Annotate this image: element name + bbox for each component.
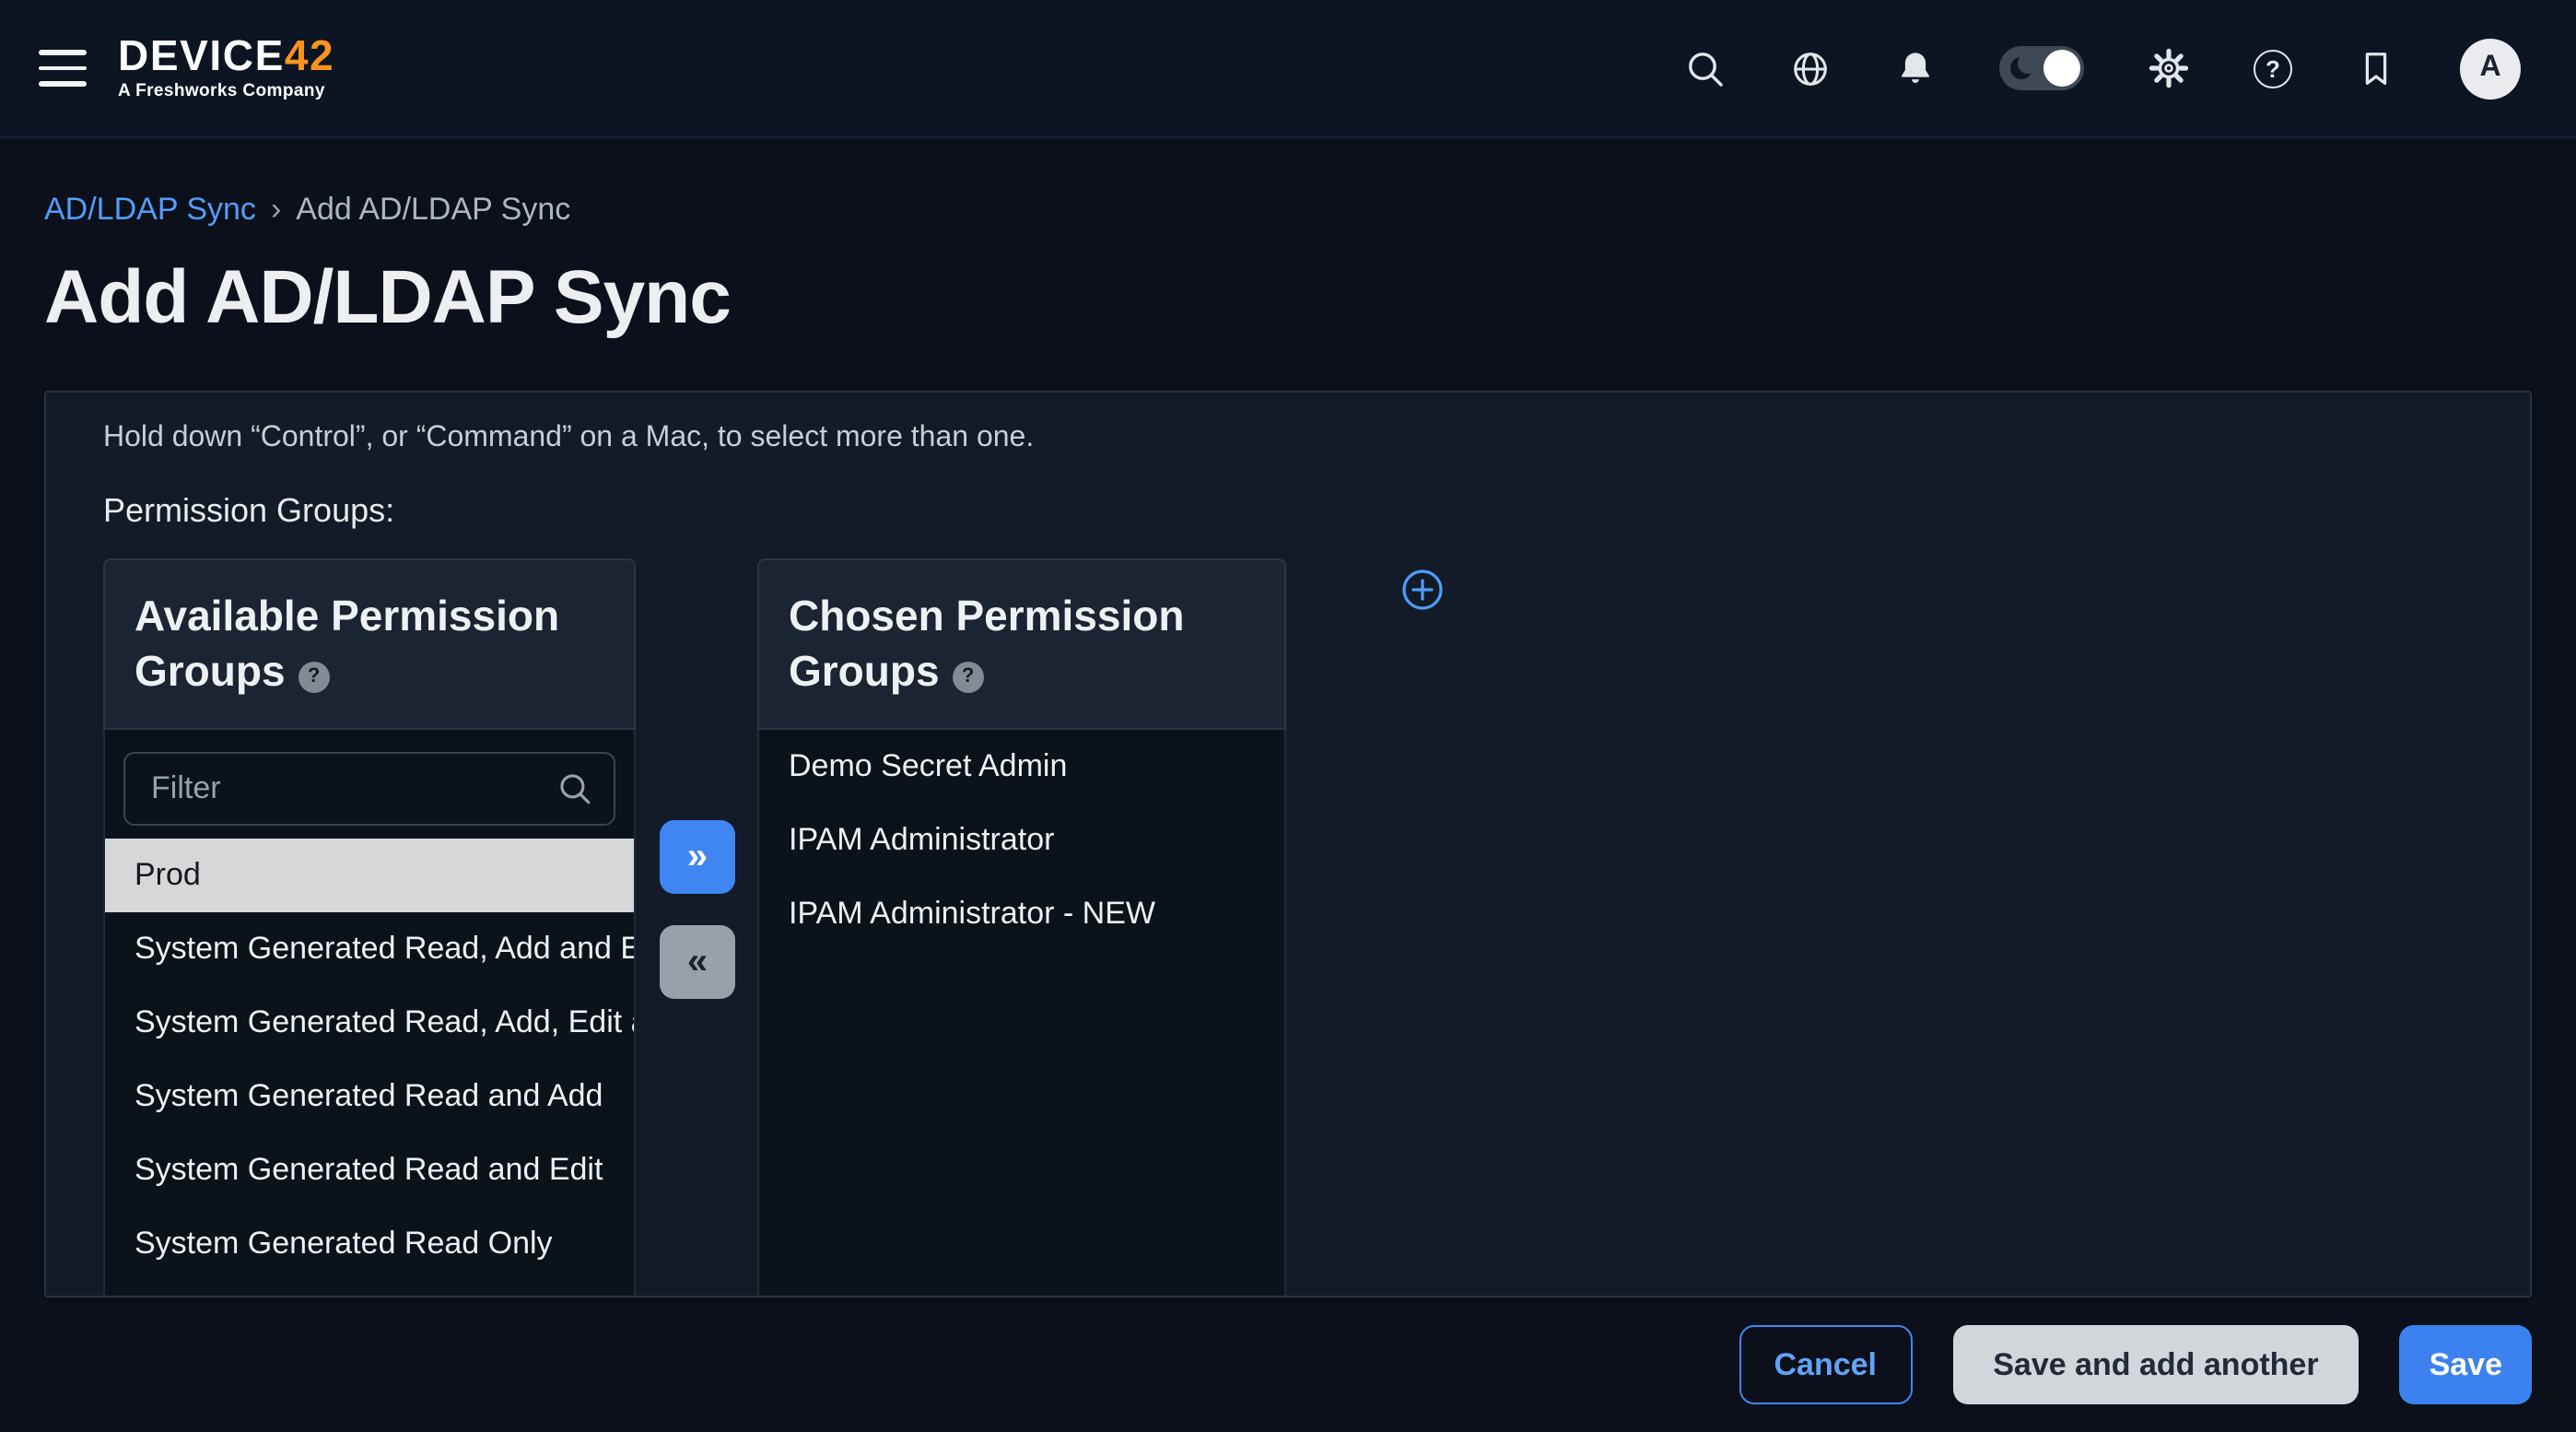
dark-mode-toggle[interactable] (1999, 46, 2084, 90)
list-item[interactable]: System Generated Read and Edit (105, 1133, 634, 1207)
filter-input[interactable] (123, 752, 615, 826)
user-avatar[interactable]: A (2460, 38, 2521, 99)
list-item[interactable]: System Generated Read and Add (105, 1060, 634, 1133)
add-permission-group-button[interactable] (1400, 568, 1445, 617)
moon-icon (2010, 57, 2032, 79)
brand-text: DEVICE (118, 32, 285, 80)
available-help-icon[interactable]: ? (299, 661, 330, 692)
top-nav: DEVICE42 A Freshworks Company (0, 0, 2576, 138)
toggle-knob (2043, 50, 2080, 87)
save-and-add-another-button[interactable]: Save and add another (1952, 1325, 2359, 1404)
available-panel-title: Available Permission Groups (135, 592, 559, 695)
move-right-button[interactable]: » (660, 820, 735, 894)
settings-gear-icon[interactable] (2147, 46, 2191, 90)
list-item[interactable]: IPAM Administrator (759, 804, 1284, 877)
form-panel: Hold down “Control”, or “Command” on a M… (44, 391, 2532, 1297)
notifications-bell-icon[interactable] (1894, 47, 1937, 89)
multi-select-hint: Hold down “Control”, or “Command” on a M… (103, 418, 2530, 459)
available-panel-body: ProdSystem Generated Read, Add and EdiSy… (103, 730, 636, 1297)
search-icon[interactable] (1684, 47, 1727, 89)
list-item[interactable]: Prod (105, 839, 634, 912)
move-left-button[interactable]: « (660, 925, 735, 999)
globe-icon[interactable] (1789, 47, 1832, 89)
breadcrumb-separator: › (271, 192, 281, 229)
available-list: ProdSystem Generated Read, Add and EdiSy… (105, 839, 634, 1281)
breadcrumb-current: Add AD/LDAP Sync (296, 192, 570, 229)
footer-actions: Cancel Save and add another Save (0, 1297, 2576, 1432)
bookmark-icon[interactable] (2355, 47, 2397, 89)
list-item[interactable]: IPAM Administrator - NEW (759, 877, 1284, 951)
help-icon[interactable]: ? (2254, 49, 2292, 88)
available-panel-header: Available Permission Groups? (103, 558, 636, 730)
cancel-button[interactable]: Cancel (1739, 1325, 1912, 1404)
breadcrumb: AD/LDAP Sync › Add AD/LDAP Sync (44, 192, 2576, 229)
brand-subtitle: A Freshworks Company (118, 84, 334, 101)
chosen-panel-header: Chosen Permission Groups? (757, 558, 1286, 730)
list-item[interactable]: System Generated Read, Add, Edit an (105, 986, 634, 1060)
chosen-list: Demo Secret AdminIPAM AdministratorIPAM … (759, 730, 1284, 951)
permission-groups-selector: Available Permission Groups? ProdSystem … (103, 558, 2530, 1297)
menu-icon[interactable] (39, 51, 87, 86)
permission-groups-label: Permission Groups: (103, 488, 2530, 533)
chosen-panel: Chosen Permission Groups? Demo Secret Ad… (757, 558, 1286, 1297)
available-panel: Available Permission Groups? ProdSystem … (103, 558, 636, 1297)
chosen-panel-body: Demo Secret AdminIPAM AdministratorIPAM … (757, 730, 1286, 1297)
brand-accent-text: 42 (285, 32, 334, 80)
avatar-initial: A (2479, 52, 2500, 85)
list-item[interactable]: System Generated Read, Add and Edi (105, 912, 634, 986)
list-item[interactable]: System Generated Read Only (105, 1207, 634, 1281)
chosen-panel-title: Chosen Permission Groups (789, 592, 1184, 695)
page-title: Add AD/LDAP Sync (44, 254, 2576, 339)
transfer-controls: » « (660, 820, 735, 999)
brand-logo[interactable]: DEVICE42 A Freshworks Company (118, 36, 334, 101)
add-icon (1400, 568, 1445, 612)
list-item[interactable]: Demo Secret Admin (759, 730, 1284, 804)
breadcrumb-parent-link[interactable]: AD/LDAP Sync (44, 192, 256, 229)
chosen-help-icon[interactable]: ? (953, 661, 984, 692)
save-button[interactable]: Save (2400, 1325, 2532, 1404)
